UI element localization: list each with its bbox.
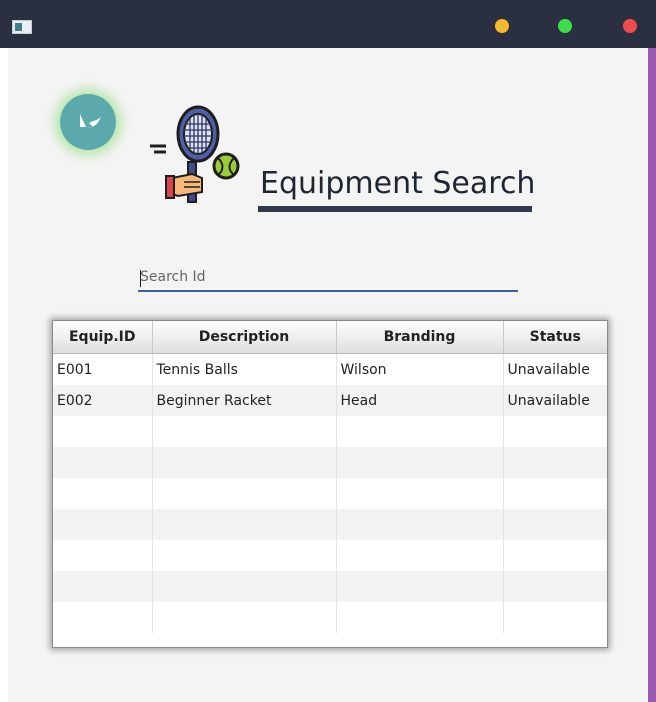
text-caret <box>140 270 141 287</box>
cell-equip-id: E001 <box>53 353 153 385</box>
cell-branding <box>336 540 504 571</box>
cell-description: Beginner Racket <box>152 385 337 416</box>
column-header-description[interactable]: Description <box>152 321 337 354</box>
cell-status <box>503 571 607 602</box>
app-icon <box>12 20 32 34</box>
cell-description: Tennis Balls <box>152 353 337 385</box>
table-row[interactable]: E001 Tennis Balls Wilson Unavailable <box>53 353 607 385</box>
cell-status: Unavailable <box>503 353 607 385</box>
cell-equip-id <box>53 447 153 478</box>
cell-description <box>152 602 337 633</box>
cell-equip-id: E002 <box>53 385 153 416</box>
cell-equip-id <box>53 571 153 602</box>
cell-description <box>152 571 337 602</box>
minimize-button[interactable] <box>495 19 509 33</box>
cell-description <box>152 478 337 509</box>
cell-status <box>503 602 607 633</box>
cell-description <box>152 509 337 540</box>
cell-branding <box>336 416 504 447</box>
cell-branding <box>336 478 504 509</box>
cell-branding: Head <box>336 385 504 416</box>
table-row-empty[interactable] <box>53 602 607 633</box>
cell-status <box>503 447 607 478</box>
cell-branding <box>336 447 504 478</box>
cell-description <box>152 416 337 447</box>
table-header-row: Equip.ID Description Branding Status <box>53 321 607 354</box>
cell-description <box>152 540 337 571</box>
equipment-table[interactable]: Equip.ID Description Branding Status E00… <box>52 320 608 648</box>
main-content: Equipment Search Equip.ID Description Br… <box>8 48 648 702</box>
cell-equip-id <box>53 509 153 540</box>
close-button[interactable] <box>623 19 637 33</box>
cell-equip-id <box>53 416 153 447</box>
back-arrow-icon <box>80 114 101 128</box>
cell-equip-id <box>53 540 153 571</box>
title-bar <box>0 0 656 48</box>
column-header-status[interactable]: Status <box>503 321 607 354</box>
cell-branding: Wilson <box>336 353 504 385</box>
table-row-empty[interactable] <box>53 571 607 602</box>
cell-status: Unavailable <box>503 385 607 416</box>
table-row-empty[interactable] <box>53 478 607 509</box>
maximize-button[interactable] <box>558 19 572 33</box>
search-input[interactable] <box>138 264 518 292</box>
page-title: Equipment Search <box>260 166 536 201</box>
cell-description <box>152 447 337 478</box>
cell-status <box>503 416 607 447</box>
cell-equip-id <box>53 602 153 633</box>
cell-branding <box>336 602 504 633</box>
table-row-empty[interactable] <box>53 540 607 571</box>
table-row-empty[interactable] <box>53 447 607 478</box>
window-accent-border <box>648 48 656 702</box>
cell-equip-id <box>53 478 153 509</box>
table-row-empty[interactable] <box>53 509 607 540</box>
column-header-branding[interactable]: Branding <box>336 321 504 354</box>
table-row[interactable]: E002 Beginner Racket Head Unavailable <box>53 385 607 416</box>
cell-status <box>503 509 607 540</box>
cell-status <box>503 478 607 509</box>
cell-branding <box>336 509 504 540</box>
column-header-equip-id[interactable]: Equip.ID <box>53 321 153 354</box>
cell-status <box>503 540 607 571</box>
table-row-empty[interactable] <box>53 416 607 447</box>
back-button[interactable] <box>60 94 116 150</box>
tennis-racket-ball-icon <box>150 105 240 203</box>
title-underline <box>258 206 532 212</box>
cell-branding <box>336 571 504 602</box>
